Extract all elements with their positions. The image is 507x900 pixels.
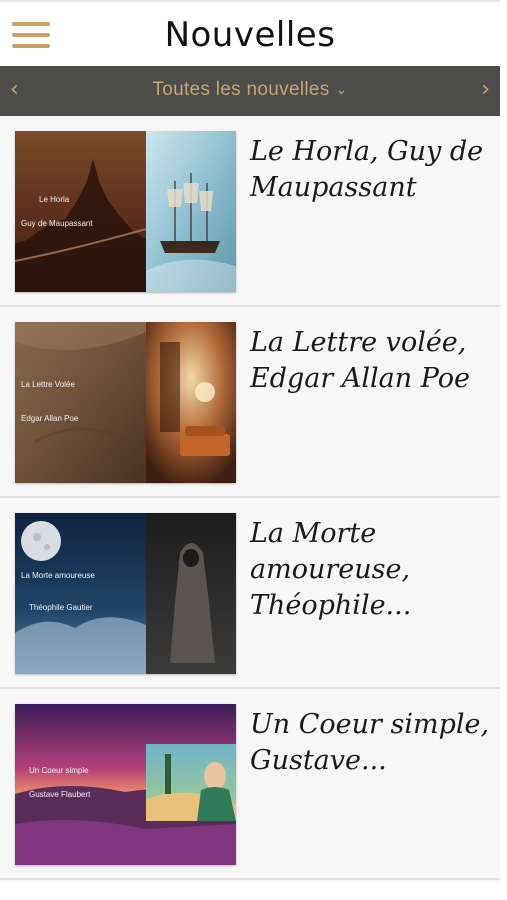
cover-art (15, 131, 236, 292)
cover-author: Théophile Gautier (29, 603, 93, 612)
list-item-la-morte-amoureuse[interactable]: La Morte amoureuse Théophile Gautier La … (0, 498, 500, 689)
cover-art (15, 513, 236, 674)
app-header: Nouvelles (0, 0, 500, 66)
page-title: Nouvelles (164, 15, 336, 55)
cover-art (15, 322, 236, 483)
story-list: Le Horla Guy de Maupassant Le Horla, Guy… (0, 116, 500, 880)
cover-author: Gustave Flaubert (29, 790, 91, 799)
page-bottom-space (0, 882, 507, 900)
story-title: Le Horla, Guy de Maupassant (250, 136, 484, 203)
cover-title: Le Horla (39, 195, 70, 204)
app-root: Nouvelles ‹ Toutes les nouvelles ⌄ › Le … (0, 0, 500, 900)
cover-title: La Morte amoureuse (21, 571, 95, 580)
chevron-right-icon[interactable]: › (481, 78, 490, 102)
story-title: Un Coeur simple, Gustave... (250, 709, 490, 776)
cover-image-le-horla: Le Horla Guy de Maupassant (15, 131, 236, 292)
cover-image-la-morte-amoureuse: La Morte amoureuse Théophile Gautier (15, 513, 236, 674)
list-item-le-horla[interactable]: Le Horla Guy de Maupassant Le Horla, Guy… (0, 116, 500, 307)
cover-title: Un Coeur simple (29, 766, 89, 775)
story-title: La Lettre volée, Edgar Allan Poe (250, 327, 471, 394)
list-item-la-lettre-volee[interactable]: La Lettre Volée Edgar Allan Poe La Lettr… (0, 307, 500, 498)
cover-title: La Lettre Volée (21, 380, 75, 389)
cover-art (15, 704, 236, 865)
cover-image-un-coeur-simple: Un Coeur simple Gustave Flaubert (15, 704, 236, 865)
cover-image-la-lettre-volee: La Lettre Volée Edgar Allan Poe (15, 322, 236, 483)
category-dropdown-label: Toutes les nouvelles (152, 79, 330, 100)
list-item-un-coeur-simple[interactable]: Un Coeur simple Gustave Flaubert Un Coeu… (0, 689, 500, 880)
story-title: La Morte amoureuse, Théophile... (250, 518, 412, 621)
chevron-down-icon: ⌄ (335, 81, 348, 97)
filter-bar: ‹ Toutes les nouvelles ⌄ › (0, 66, 500, 116)
category-dropdown[interactable]: Toutes les nouvelles ⌄ (0, 79, 500, 101)
cover-author: Guy de Maupassant (21, 219, 93, 228)
cover-author: Edgar Allan Poe (21, 414, 79, 423)
